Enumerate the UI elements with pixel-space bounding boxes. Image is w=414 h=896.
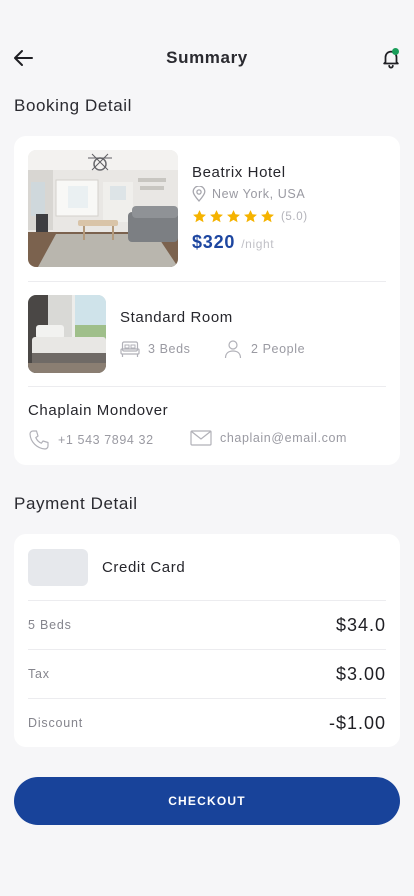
guest-name: Chaplain Mondover [28,402,169,419]
pay-row-label: Discount [28,716,84,730]
notification-badge [392,48,399,55]
bed-icon [120,341,140,357]
phone-icon [29,430,49,450]
hotel-image [28,150,178,267]
price-amount: $320 [192,232,236,252]
divider [28,281,386,282]
mail-icon [190,430,212,446]
room-name: Standard Room [120,309,233,326]
pay-row-label: 5 Beds [28,618,72,632]
pay-row-value: -$1.00 [328,712,386,733]
star-icon [244,210,257,223]
person-icon [224,340,242,359]
pay-row-tax: Tax $3.00 [28,650,386,698]
hotel-location-text: New York, USA [212,187,306,201]
star-icon [193,210,206,223]
payment-section-title: Payment Detail [14,494,138,513]
guest-phone[interactable]: +1 543 7894 32 [28,429,154,451]
payment-method-label[interactable]: Credit Card [102,559,185,576]
rating-text: (5.0) [281,210,308,223]
guest-email[interactable]: chaplain@email.com [190,429,347,447]
room-beds-text: 3 Beds [148,342,191,356]
pay-row-value: $34.0 [335,614,386,635]
header: Summary [0,36,414,80]
hotel-rating: (5.0) [192,209,308,224]
hotel-price: $320 /night [192,232,274,253]
guest-email-text: chaplain@email.com [220,431,348,445]
star-icon [261,210,274,223]
star-icon [210,210,223,223]
hotel-location: New York, USA [192,186,305,202]
price-unit: /night [241,237,275,251]
divider [28,386,386,387]
page-title: Summary [166,48,248,67]
payment-card: Credit Card 5 Beds $34.0 Tax $3.00 Disco… [14,534,400,747]
room-people-text: 2 People [251,342,306,356]
notification-button[interactable] [378,45,404,71]
guest-phone-text: +1 543 7894 32 [58,433,154,447]
booking-section-title: Booking Detail [14,96,133,115]
pay-row-beds: 5 Beds $34.0 [28,601,386,649]
booking-card: Beatrix Hotel New York, USA (5.0) $320 /… [14,136,400,465]
pay-row-label: Tax [28,667,50,681]
pay-row-value: $3.00 [335,663,386,684]
room-beds: 3 Beds [120,339,191,359]
star-icon [227,210,240,223]
credit-card-icon [28,549,88,586]
pay-row-discount: Discount -$1.00 [28,699,386,747]
room-image [28,295,106,373]
location-pin-icon [192,186,206,202]
room-people: 2 People [223,339,305,359]
checkout-button[interactable]: CHECKOUT [14,777,400,825]
hotel-name: Beatrix Hotel [192,164,286,181]
